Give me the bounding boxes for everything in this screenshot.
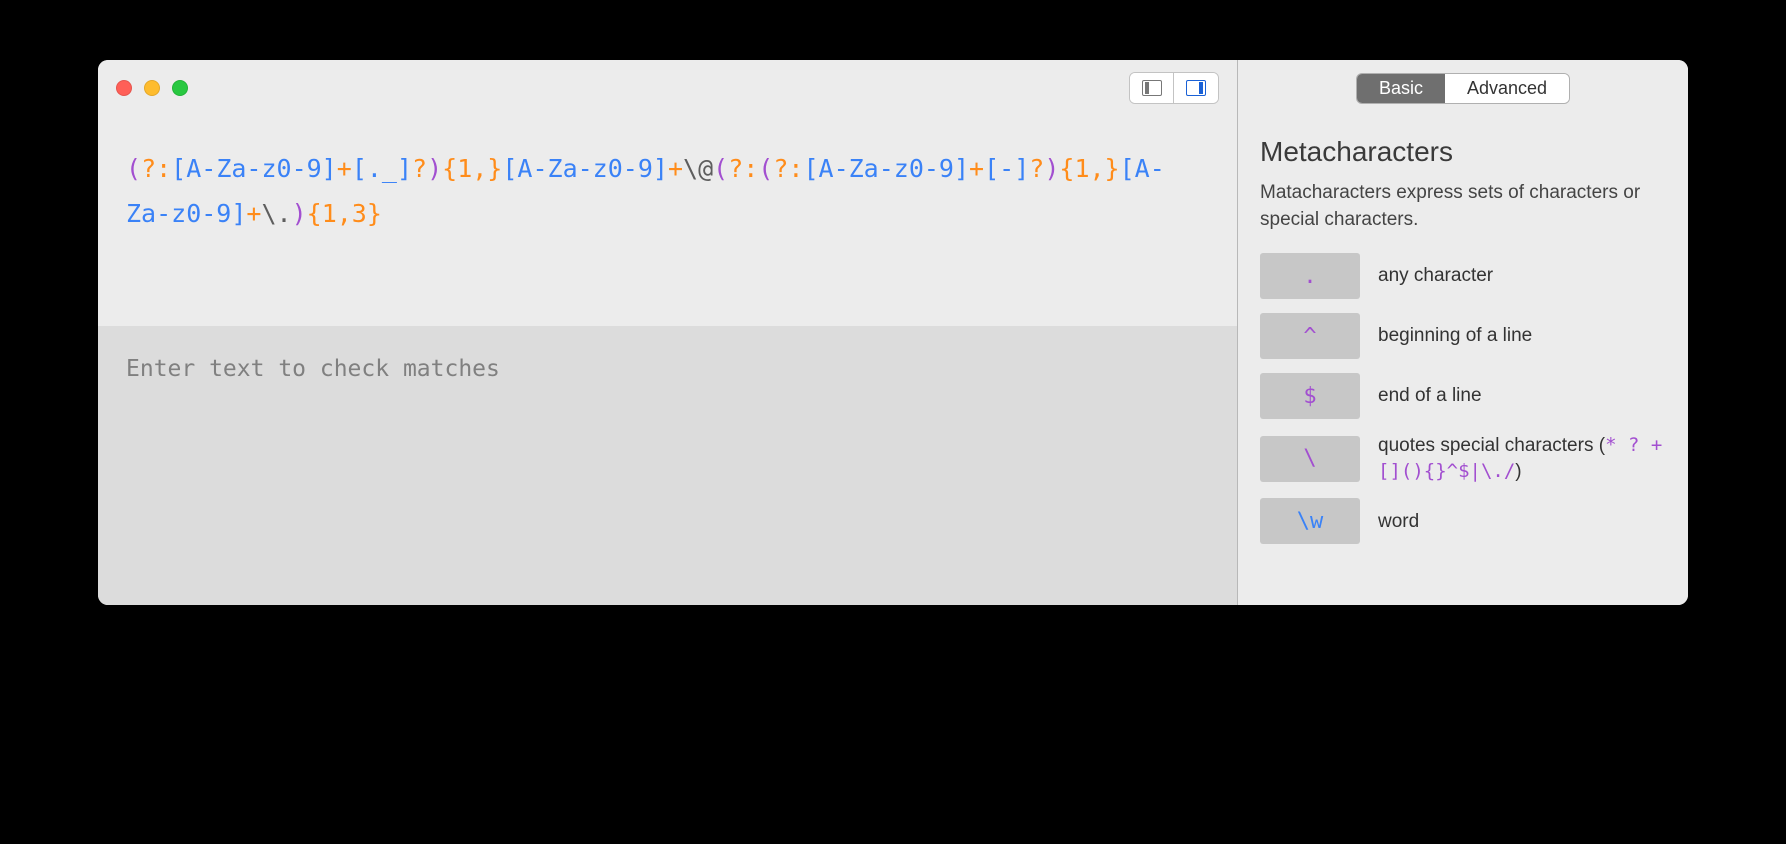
regex-token: ?: — [728, 154, 758, 183]
metacharacter-label: beginning of a line — [1378, 323, 1532, 349]
metacharacter-list: . any character ^ beginning of a line $ end o… — [1260, 253, 1666, 544]
regex-token: \. — [261, 199, 291, 228]
metacharacter-label: quotes special characters (* ? +[](){}^$… — [1378, 433, 1666, 484]
panel-left-icon — [1142, 80, 1162, 96]
tab-basic[interactable]: Basic — [1357, 74, 1445, 103]
titlebar — [98, 60, 1237, 116]
regex-token: ? — [412, 154, 427, 183]
close-button[interactable] — [116, 80, 132, 96]
metacharacter-label: word — [1378, 509, 1419, 535]
tab-advanced[interactable]: Advanced — [1445, 74, 1569, 103]
metacharacter-symbol: $ — [1260, 373, 1360, 419]
regex-token: ( — [126, 154, 141, 183]
toggle-right-sidebar-button[interactable] — [1174, 73, 1218, 103]
metacharacter-symbol: \ — [1260, 436, 1360, 482]
sidebar-content: Metacharacters Matacharacters express se… — [1238, 116, 1688, 564]
regex-input[interactable]: (?:[A-Za-z0-9]+[._]?){1,}[A-Za-z0-9]+\@(… — [98, 116, 1237, 326]
regex-token: [._] — [352, 154, 412, 183]
regex-token: + — [668, 154, 683, 183]
regex-token: [A-Za-z0-9] — [171, 154, 337, 183]
metacharacter-symbol: . — [1260, 253, 1360, 299]
metacharacter-symbol: \w — [1260, 498, 1360, 544]
metacharacter-item[interactable]: \w word — [1260, 498, 1666, 544]
metacharacter-item[interactable]: $ end of a line — [1260, 373, 1666, 419]
metacharacter-label: end of a line — [1378, 383, 1482, 409]
sidebar-section-description: Matacharacters express sets of character… — [1260, 180, 1666, 233]
regex-token: ) — [427, 154, 442, 183]
match-text-input[interactable]: Enter text to check matches — [98, 326, 1237, 605]
metacharacter-item[interactable]: . any character — [1260, 253, 1666, 299]
metacharacter-label: any character — [1378, 263, 1493, 289]
right-sidebar: Basic Advanced Metacharacters Matacharac… — [1238, 60, 1688, 605]
maximize-button[interactable] — [172, 80, 188, 96]
regex-token: [-] — [984, 154, 1029, 183]
sidebar-titlebar: Basic Advanced — [1238, 60, 1688, 116]
metacharacter-symbol: ^ — [1260, 313, 1360, 359]
minimize-button[interactable] — [144, 80, 160, 96]
regex-token: \@ — [683, 154, 713, 183]
panel-right-icon — [1186, 80, 1206, 96]
regex-token: + — [337, 154, 352, 183]
toggle-left-sidebar-button[interactable] — [1130, 73, 1174, 103]
metacharacter-item[interactable]: ^ beginning of a line — [1260, 313, 1666, 359]
metacharacter-item[interactable]: \ quotes special characters (* ? +[](){}^… — [1260, 433, 1666, 484]
regex-token: ?: — [141, 154, 171, 183]
regex-token: {1,3} — [307, 199, 382, 228]
panel-toggle — [1129, 72, 1219, 104]
regex-token: [A-Za-z0-9] — [502, 154, 668, 183]
app-window: (?:[A-Za-z0-9]+[._]?){1,}[A-Za-z0-9]+\@(… — [98, 60, 1688, 605]
match-placeholder: Enter text to check matches — [126, 356, 500, 382]
regex-token: {1,} — [442, 154, 502, 183]
regex-token: ( — [713, 154, 728, 183]
regex-token: + — [969, 154, 984, 183]
regex-token: ( — [758, 154, 773, 183]
regex-token: [A-Za-z0-9] — [803, 154, 969, 183]
left-pane: (?:[A-Za-z0-9]+[._]?){1,}[A-Za-z0-9]+\@(… — [98, 60, 1238, 605]
regex-token: ? — [1029, 154, 1044, 183]
regex-token: ?: — [773, 154, 803, 183]
traffic-lights — [116, 80, 188, 96]
sidebar-section-title: Metacharacters — [1260, 136, 1666, 168]
regex-token: ) — [1044, 154, 1059, 183]
mode-segmented-control: Basic Advanced — [1356, 73, 1570, 104]
regex-token: {1,} — [1059, 154, 1119, 183]
regex-token: + — [246, 199, 261, 228]
regex-token: ) — [292, 199, 307, 228]
